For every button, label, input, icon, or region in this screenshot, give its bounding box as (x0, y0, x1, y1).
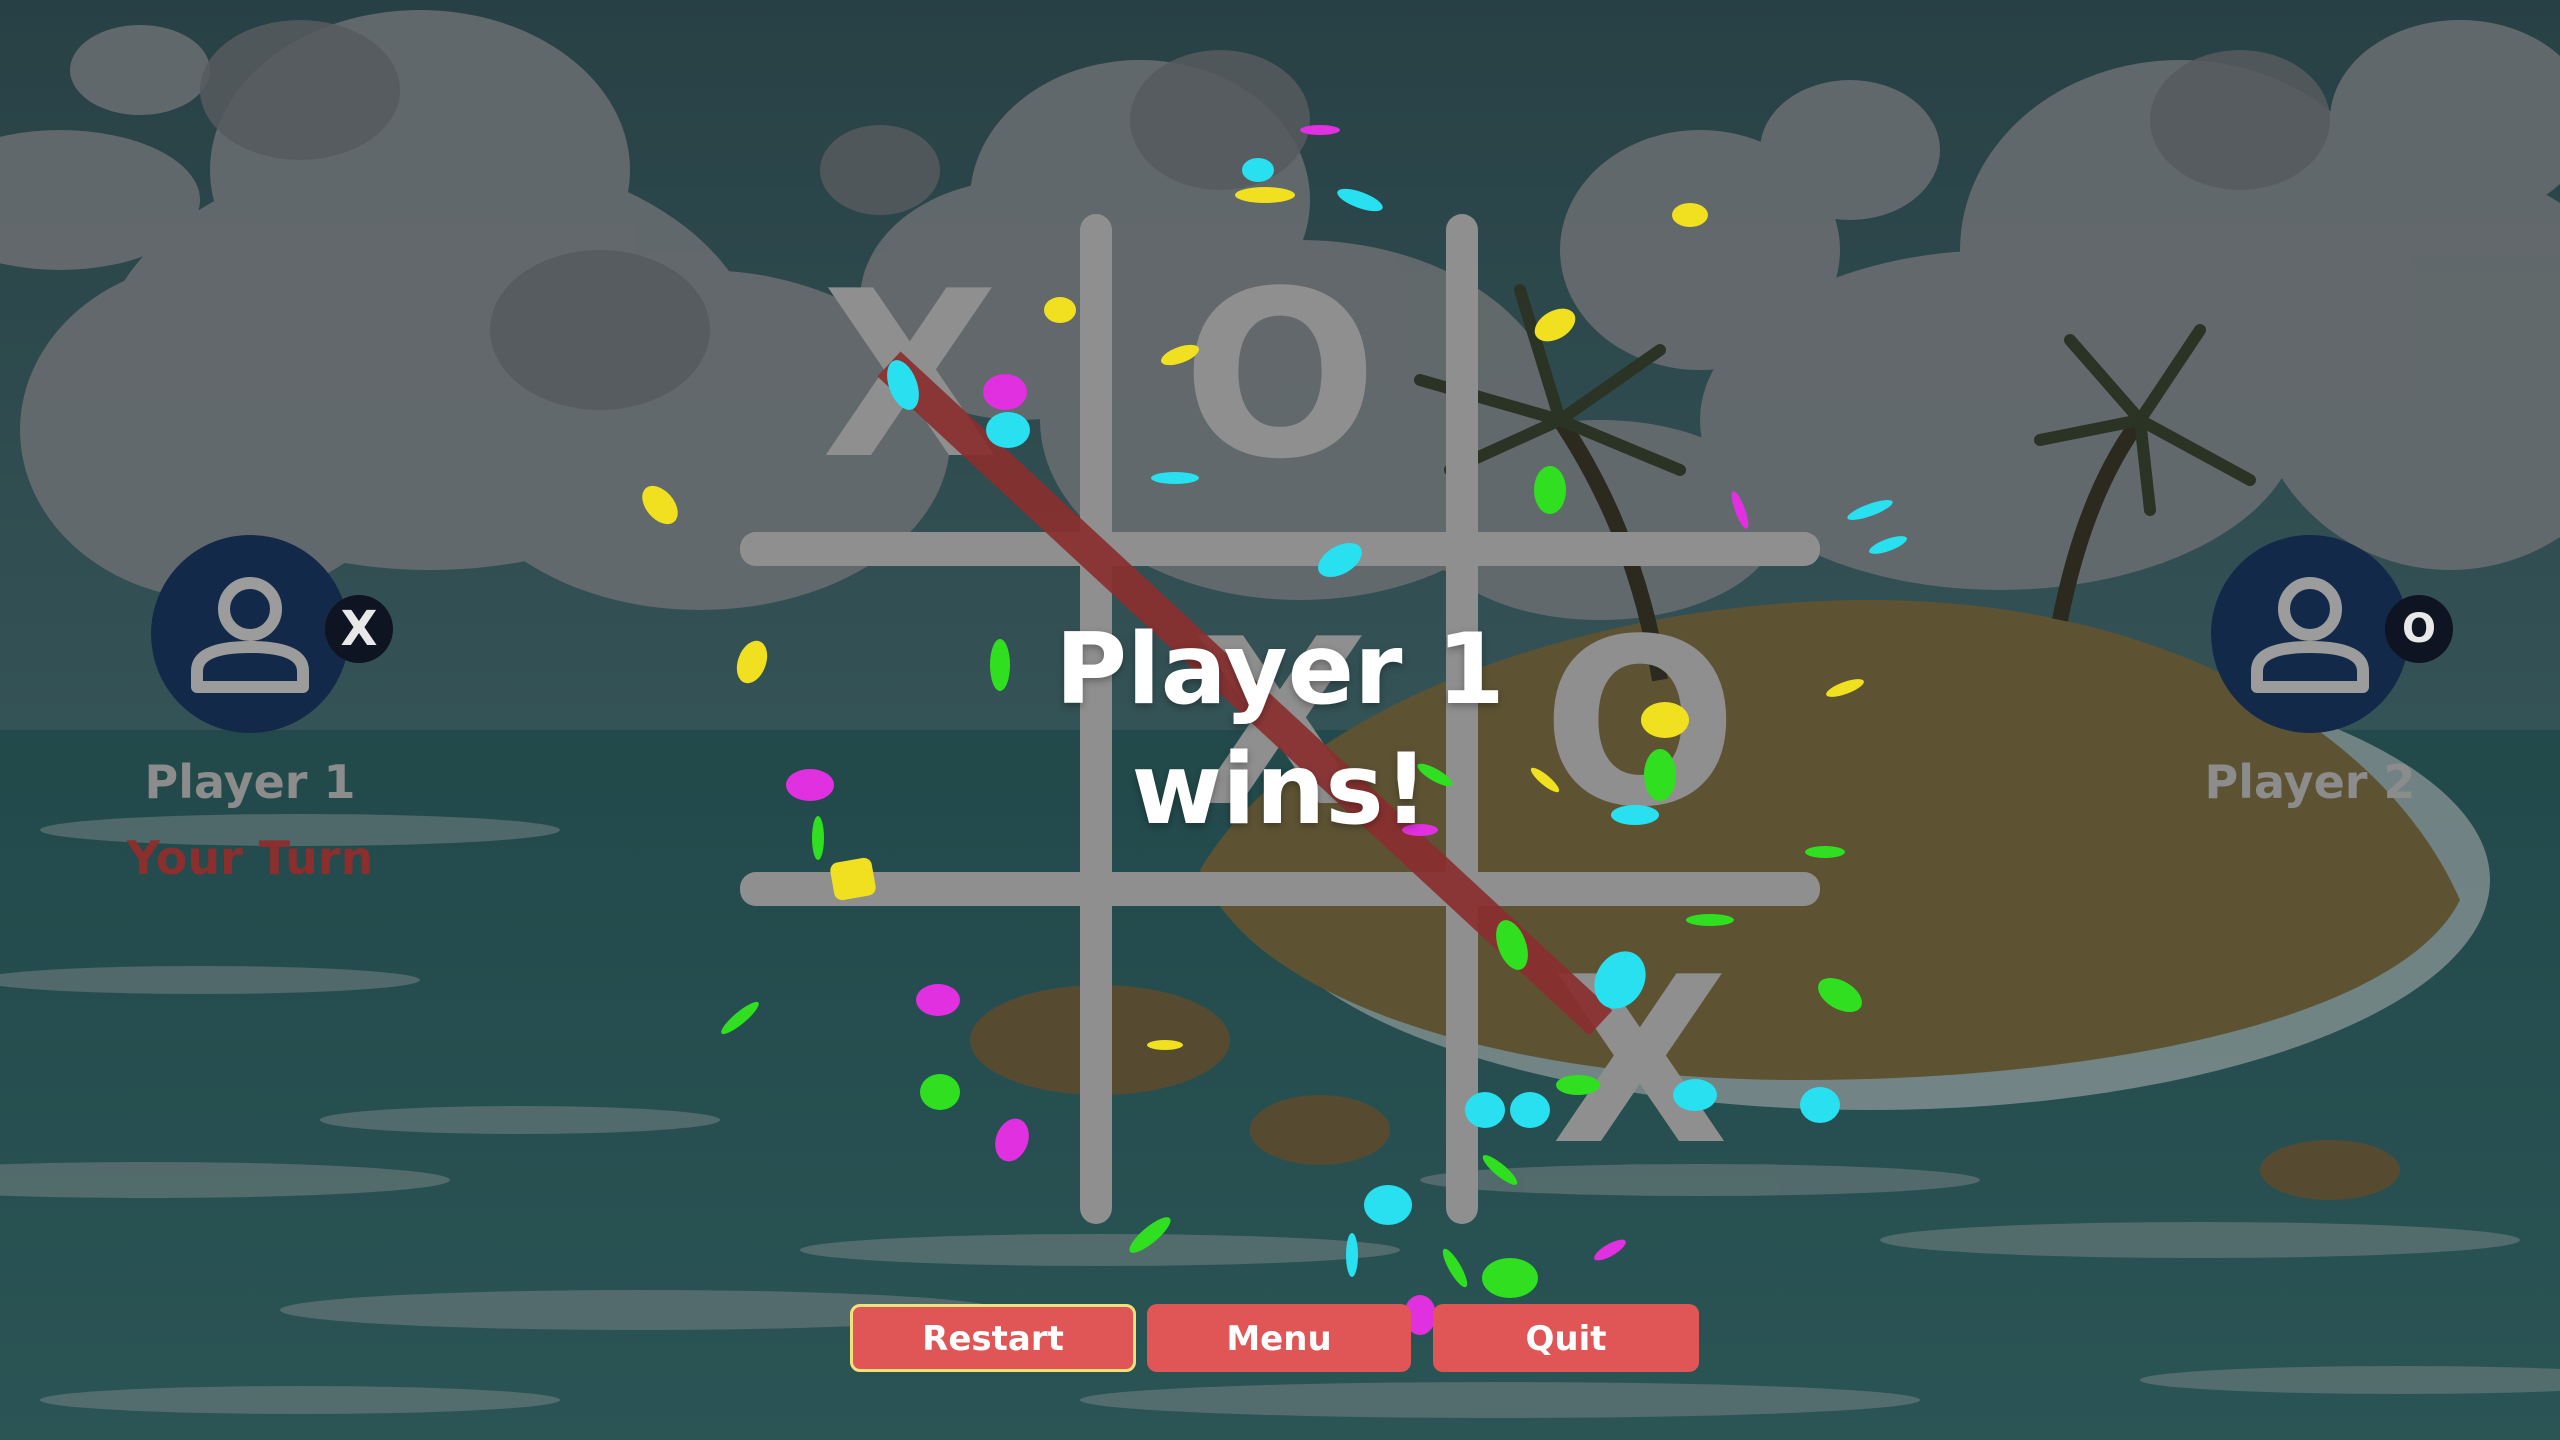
win-message: Player 1 wins! (1050, 610, 1510, 850)
player-2-avatar: O (2211, 535, 2453, 733)
win-message-line-2: wins! (1131, 733, 1429, 847)
grid-line-horizontal-1 (740, 532, 1820, 566)
action-button-row: Restart Menu Quit (850, 1304, 1700, 1372)
cell-0-1[interactable]: O (1180, 262, 1380, 492)
user-icon (191, 577, 309, 693)
grid-line-horizontal-2 (740, 872, 1820, 906)
player-2-mark-badge: O (2385, 595, 2453, 663)
cell-1-2[interactable]: O (1540, 610, 1740, 840)
win-message-line-1: Player 1 (1055, 613, 1505, 727)
player-1-mark-badge: X (325, 595, 393, 663)
player-2-name: Player 2 (2204, 755, 2416, 809)
menu-button[interactable]: Menu (1147, 1304, 1411, 1372)
player-1-panel: X Player 1 Your Turn (85, 535, 415, 885)
player-1-avatar: X (151, 535, 393, 733)
player-1-name: Player 1 (144, 755, 356, 809)
player-1-turn-status: Your Turn (126, 831, 374, 885)
player-2-panel: O Player 2 (2145, 535, 2475, 809)
restart-button[interactable]: Restart (850, 1304, 1136, 1372)
user-icon (2251, 577, 2369, 693)
quit-button[interactable]: Quit (1433, 1304, 1699, 1372)
